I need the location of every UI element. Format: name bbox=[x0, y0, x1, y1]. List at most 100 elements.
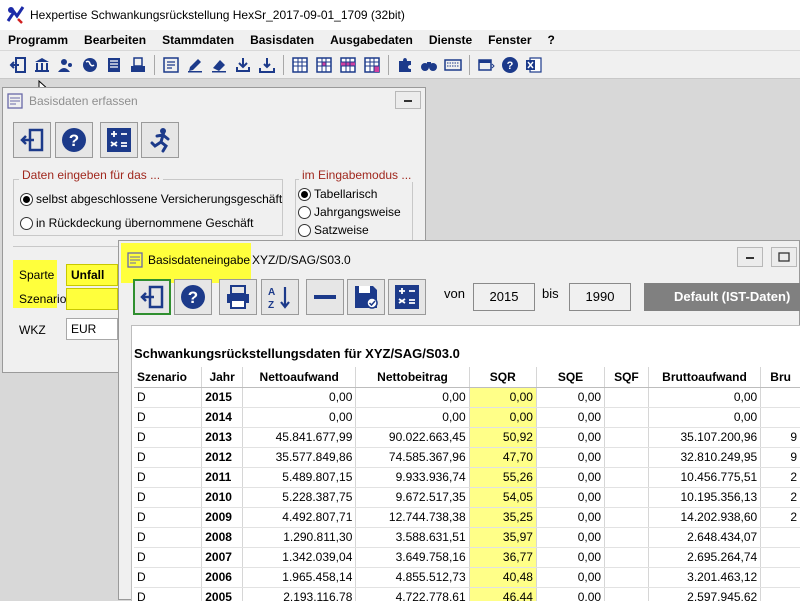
table-row[interactable]: D 2005 2.193.116,78 4.722.778,61 46,44 0,00 2.… bbox=[134, 587, 800, 601]
menu-help[interactable]: ? bbox=[540, 30, 563, 50]
radio-button[interactable] bbox=[298, 205, 311, 219]
download-icon[interactable] bbox=[232, 54, 254, 76]
table-cell[interactable]: 2.648.434,07 bbox=[648, 527, 762, 548]
table-cell[interactable]: 0,00 bbox=[536, 467, 606, 488]
table-cell[interactable]: 2006 bbox=[201, 567, 244, 588]
bank-icon[interactable] bbox=[31, 54, 53, 76]
menu-ausgabedaten[interactable]: Ausgabedaten bbox=[322, 30, 421, 50]
table-cell[interactable]: 2014 bbox=[201, 407, 244, 428]
radio-selbst-abgeschlossen[interactable]: selbst abgeschlossene Versicherungsgesch… bbox=[20, 192, 282, 206]
exit-button[interactable] bbox=[13, 122, 51, 158]
keyboard-icon[interactable] bbox=[442, 54, 464, 76]
table-cell[interactable]: D bbox=[134, 467, 203, 488]
table-cell[interactable]: D bbox=[134, 567, 203, 588]
radio-button[interactable] bbox=[20, 192, 33, 206]
column-header[interactable]: SQE bbox=[536, 367, 606, 388]
table-cell[interactable]: 5.228.387,75 bbox=[242, 487, 357, 508]
table-cell[interactable]: 2 bbox=[760, 467, 800, 488]
table-cell[interactable]: 54,05 bbox=[469, 487, 537, 508]
table-cell[interactable]: 0,00 bbox=[536, 507, 606, 528]
menu-stammdaten[interactable]: Stammdaten bbox=[154, 30, 242, 50]
column-header[interactable]: Szenario bbox=[134, 367, 203, 388]
table-cell[interactable]: D bbox=[134, 387, 203, 408]
table-cell[interactable]: 2.597.945,62 bbox=[648, 587, 762, 601]
table-cell[interactable]: 2012 bbox=[201, 447, 244, 468]
table-cell[interactable] bbox=[760, 587, 800, 601]
grid-icon[interactable] bbox=[289, 54, 311, 76]
table-cell[interactable]: 0,00 bbox=[536, 407, 606, 428]
table-cell[interactable]: 0,00 bbox=[536, 587, 606, 601]
menu-programm[interactable]: Programm bbox=[0, 30, 76, 50]
table-row[interactable]: D 2009 4.492.807,71 12.744.738,38 35,25 0,00 1… bbox=[134, 507, 800, 528]
exit-icon[interactable] bbox=[7, 54, 29, 76]
run-button[interactable] bbox=[141, 122, 179, 158]
save-button[interactable] bbox=[347, 279, 385, 315]
radio-button[interactable] bbox=[20, 216, 33, 230]
users-icon[interactable] bbox=[55, 54, 77, 76]
table-row[interactable]: D 2013 45.841.677,99 90.022.663,45 50,92 0,00… bbox=[134, 427, 800, 448]
table-cell[interactable]: 4.722.778,61 bbox=[355, 587, 470, 601]
menu-basisdaten[interactable]: Basisdaten bbox=[242, 30, 322, 50]
help-button[interactable]: ? bbox=[174, 279, 212, 315]
table-cell[interactable]: 35,25 bbox=[469, 507, 537, 528]
table-cell[interactable]: 0,00 bbox=[536, 547, 606, 568]
table-cell[interactable] bbox=[604, 587, 649, 601]
szenario-field[interactable] bbox=[66, 288, 118, 310]
menu-bearbeiten[interactable]: Bearbeiten bbox=[76, 30, 154, 50]
table-cell[interactable] bbox=[760, 547, 800, 568]
column-header[interactable]: Jahr bbox=[201, 367, 244, 388]
table-cell[interactable]: 0,00 bbox=[536, 567, 606, 588]
von-field[interactable]: 2015 bbox=[473, 283, 535, 311]
table-cell[interactable] bbox=[604, 387, 649, 408]
table-cell[interactable] bbox=[604, 527, 649, 548]
table-cell[interactable]: 14.202.938,60 bbox=[648, 507, 762, 528]
table-cell[interactable]: D bbox=[134, 507, 203, 528]
table-cell[interactable]: 0,00 bbox=[242, 407, 357, 428]
table-cell[interactable]: 3.201.463,12 bbox=[648, 567, 762, 588]
table-cell[interactable]: 0,00 bbox=[355, 407, 470, 428]
table-row[interactable]: D 2008 1.290.811,30 3.588.631,51 35,97 0,00 2.… bbox=[134, 527, 800, 548]
column-header[interactable]: SQF bbox=[604, 367, 649, 388]
remove-row-button[interactable] bbox=[306, 279, 344, 315]
table-cell[interactable]: 2005 bbox=[201, 587, 244, 601]
table-row[interactable]: D 2010 5.228.387,75 9.672.517,35 54,05 0,00 10… bbox=[134, 487, 800, 508]
table-cell[interactable]: 9.933.936,74 bbox=[355, 467, 470, 488]
table-cell[interactable]: D bbox=[134, 427, 203, 448]
table-cell[interactable] bbox=[604, 547, 649, 568]
column-header[interactable]: Bruttoaufwand bbox=[648, 367, 762, 388]
table-cell[interactable]: 4.855.512,73 bbox=[355, 567, 470, 588]
table-cell[interactable]: D bbox=[134, 587, 203, 601]
table-cell[interactable]: 0,00 bbox=[469, 387, 537, 408]
radio-satzweise[interactable]: Satzweise bbox=[298, 223, 369, 237]
minimize-button[interactable] bbox=[395, 91, 421, 109]
table-row[interactable]: D 2015 0,00 0,00 0,00 0,00 0,00 bbox=[134, 387, 800, 408]
table-cell[interactable]: 50,92 bbox=[469, 427, 537, 448]
table-cell[interactable]: D bbox=[134, 527, 203, 548]
help-button[interactable]: ? bbox=[55, 122, 93, 158]
table-cell[interactable]: 10.195.356,13 bbox=[648, 487, 762, 508]
table-cell[interactable]: 0,00 bbox=[536, 387, 606, 408]
table-cell[interactable]: 55,26 bbox=[469, 467, 537, 488]
printer-doc-icon[interactable] bbox=[127, 54, 149, 76]
pencil-edit-icon[interactable] bbox=[184, 54, 206, 76]
import-icon[interactable] bbox=[256, 54, 278, 76]
excel-icon[interactable] bbox=[523, 54, 545, 76]
column-header[interactable]: SQR bbox=[469, 367, 537, 388]
menu-fenster[interactable]: Fenster bbox=[480, 30, 539, 50]
column-header[interactable]: Nettobeitrag bbox=[355, 367, 470, 388]
table-cell[interactable]: 9 bbox=[760, 447, 800, 468]
table-cell[interactable]: 0,00 bbox=[242, 387, 357, 408]
table-cell[interactable]: 3.588.631,51 bbox=[355, 527, 470, 548]
bis-field[interactable]: 1990 bbox=[569, 283, 631, 311]
table-cell[interactable] bbox=[760, 567, 800, 588]
table-cell[interactable]: 40,48 bbox=[469, 567, 537, 588]
grid-pink-icon[interactable] bbox=[313, 54, 335, 76]
table-cell[interactable]: 1.965.458,14 bbox=[242, 567, 357, 588]
minimize-button[interactable] bbox=[737, 247, 763, 267]
table-cell[interactable]: 36,77 bbox=[469, 547, 537, 568]
column-header[interactable]: Bru bbox=[760, 367, 800, 388]
menu-dienste[interactable]: Dienste bbox=[421, 30, 480, 50]
table-cell[interactable]: 0,00 bbox=[536, 447, 606, 468]
print-button[interactable] bbox=[219, 279, 257, 315]
table-cell[interactable]: 1.290.811,30 bbox=[242, 527, 357, 548]
